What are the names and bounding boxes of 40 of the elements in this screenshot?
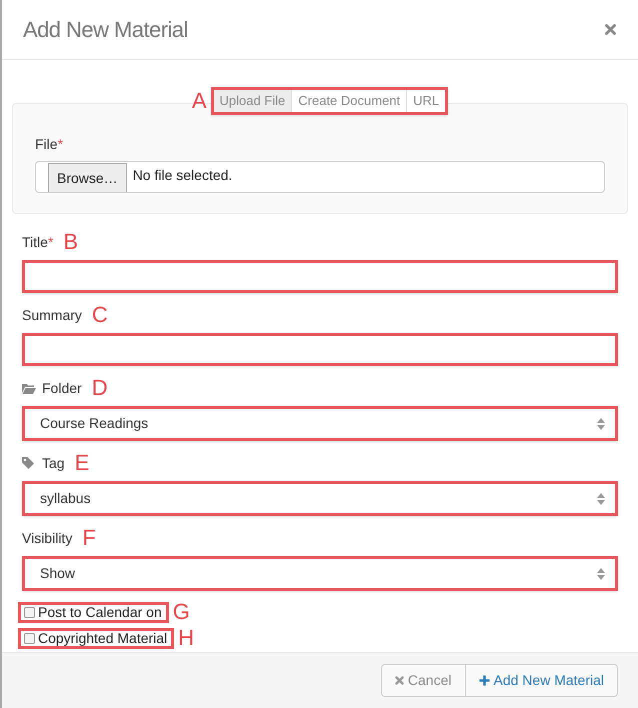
tag-icon	[22, 457, 34, 469]
browse-button[interactable]: Browse…	[48, 163, 127, 192]
sort-arrows-icon	[597, 492, 605, 504]
plus-icon	[478, 675, 490, 686]
field-label: Title	[22, 232, 48, 252]
annotation-letter: A	[192, 90, 206, 112]
sort-arrows-icon	[597, 418, 605, 430]
file-status: No file selected.	[132, 166, 232, 185]
field-label: File	[35, 135, 58, 154]
source-tab[interactable]: URL	[406, 90, 446, 112]
sort-arrows-icon	[597, 568, 605, 580]
text-input[interactable]	[22, 260, 618, 293]
annotation-letter: H	[178, 627, 194, 649]
select-field[interactable]: Show	[22, 556, 618, 591]
field-label: Tag	[42, 454, 65, 473]
annotation-letter: F	[82, 527, 96, 549]
checkbox[interactable]	[24, 632, 35, 644]
source-tab[interactable]: Create Document	[291, 90, 406, 112]
annotation-letter: E	[74, 452, 90, 474]
checkbox-option[interactable]: Post to Calendar on	[18, 602, 169, 622]
close-icon	[394, 676, 404, 685]
annotation-letter: B	[63, 231, 78, 253]
file-input[interactable]: Browse… No file selected.	[35, 161, 605, 193]
field-label: Visibility	[22, 528, 72, 548]
dialog-title: Add New Material	[23, 16, 188, 44]
select-field[interactable]: syllabus	[22, 481, 618, 516]
text-input[interactable]	[22, 333, 618, 366]
annotation-letter: G	[172, 601, 190, 623]
checkbox[interactable]	[24, 606, 35, 618]
required-mark: *	[48, 232, 54, 252]
select-field[interactable]: Course Readings	[22, 406, 618, 441]
checkbox-option[interactable]: Copyrighted Material	[18, 628, 174, 648]
field-label: Folder	[42, 378, 82, 398]
annotation-letter: C	[92, 304, 108, 326]
close-icon[interactable]	[605, 24, 616, 35]
folder-icon	[22, 382, 36, 394]
add-material-button[interactable]: Add New Material	[466, 665, 617, 696]
required-mark: *	[58, 135, 64, 154]
field-label: Summary	[22, 306, 82, 325]
annotation-letter: D	[92, 377, 108, 399]
